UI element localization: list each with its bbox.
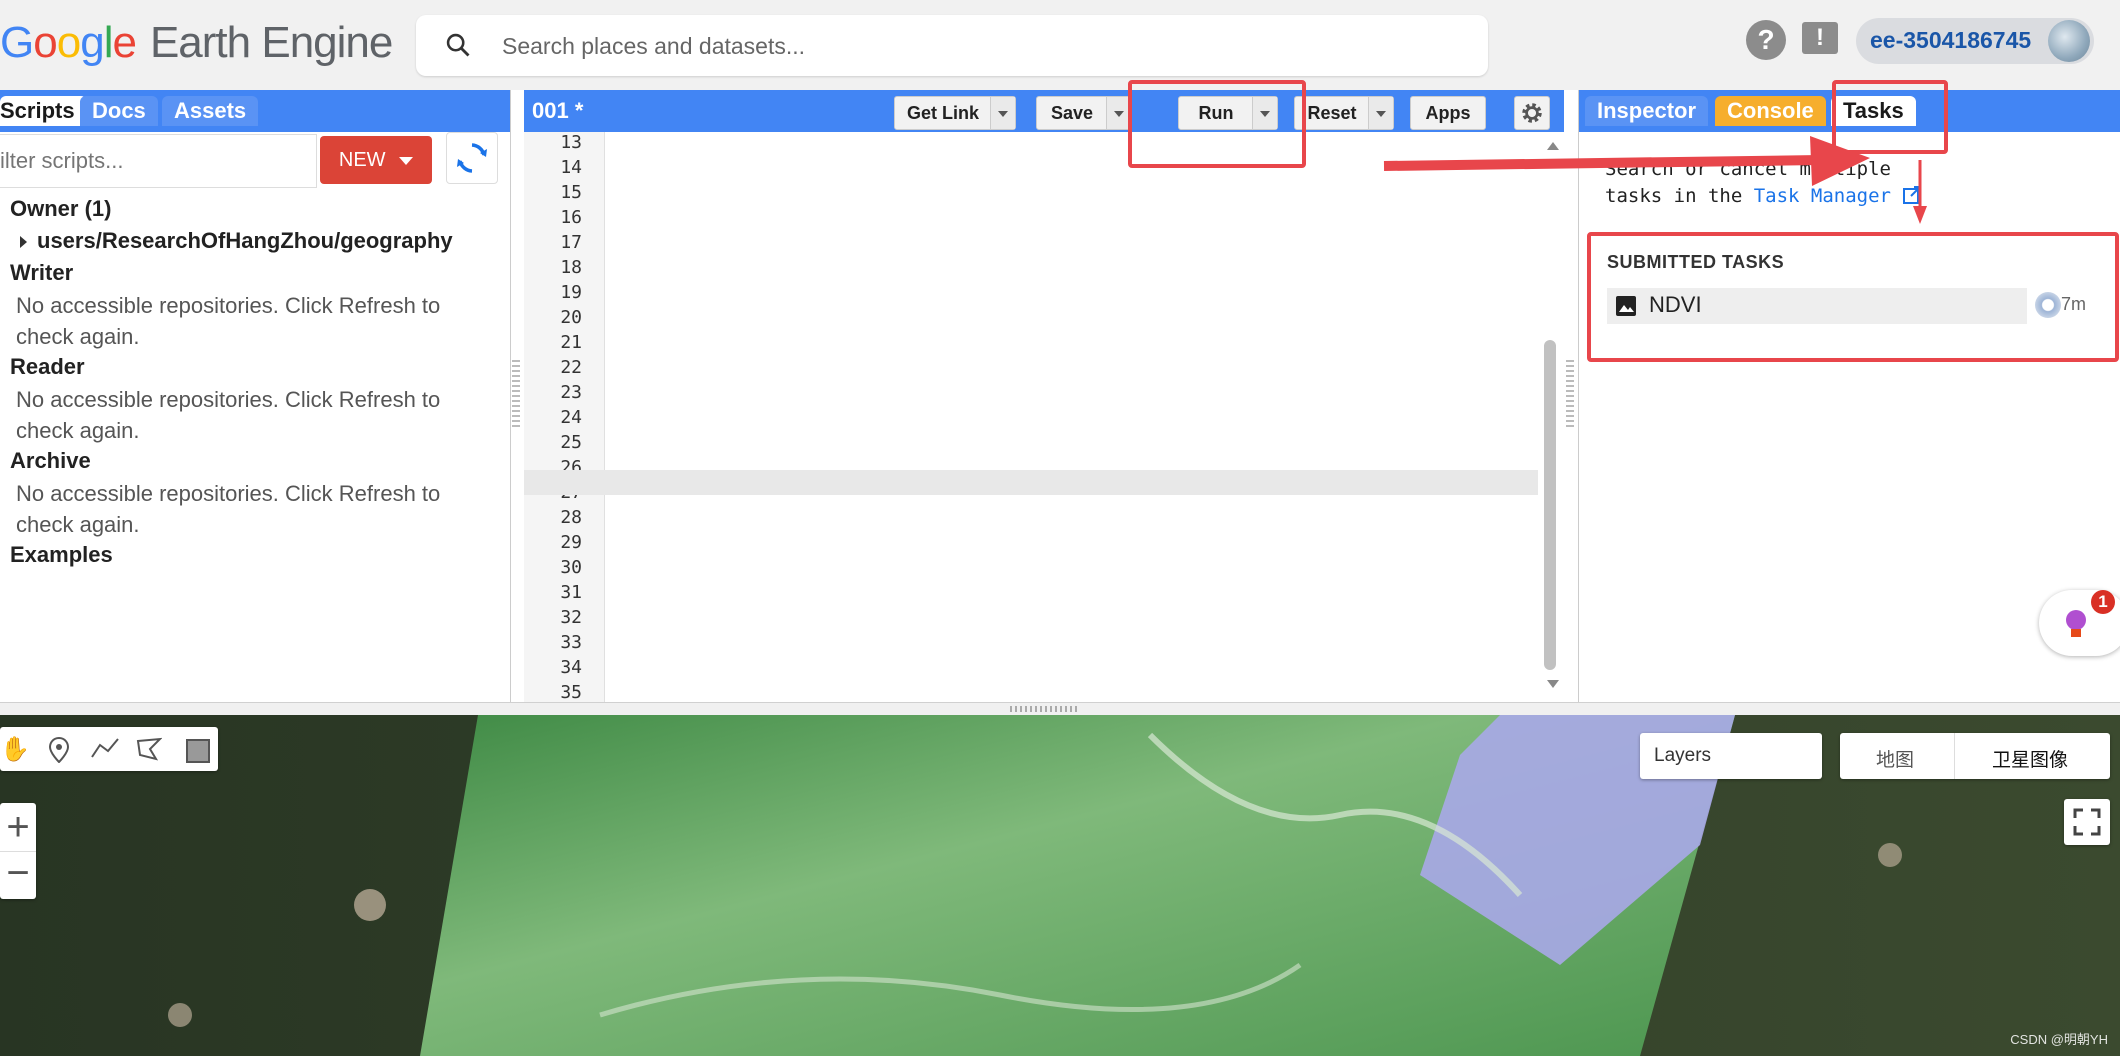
tree-examples[interactable]: Examples — [10, 542, 113, 568]
map-canvas[interactable]: ✋ + − Layers 地图 卫星图像 CSDN @明朝YH — [0, 715, 2120, 1056]
watermark: CSDN @明朝YH — [2010, 1032, 2108, 1047]
tree-archive[interactable]: Archive — [10, 448, 91, 474]
fullscreen-icon — [2073, 808, 2101, 836]
map-type-satellite-button[interactable]: 卫星图像 — [1992, 745, 2068, 772]
repo-label: users/ResearchOfHangZhou/geography — [37, 228, 453, 253]
map-splitter[interactable] — [0, 702, 2120, 716]
scripts-panel: Scripts Docs Assets NEW Owner (1) users/… — [0, 90, 511, 702]
avatar[interactable] — [2048, 20, 2090, 62]
script-title: 001 * — [532, 98, 584, 123]
left-tab-bar: Scripts Docs Assets — [0, 90, 510, 132]
tab-scripts[interactable]: Scripts — [0, 96, 87, 126]
user-chip[interactable]: ee-3504186745 — [1856, 18, 2094, 64]
task-elapsed-time: 7m — [2061, 294, 2087, 314]
drawing-toolbar: ✋ — [0, 727, 218, 771]
apps-button[interactable]: Apps — [1410, 96, 1486, 130]
zoom-control: + − — [0, 803, 36, 899]
notification-badge: 1 — [2091, 590, 2115, 614]
task-name: NDVI — [1649, 292, 1702, 317]
image-icon — [1616, 296, 1636, 316]
zoom-in-button[interactable]: + — [0, 803, 36, 852]
annotation-run-box — [1128, 80, 1306, 168]
writer-message: No accessible repositories. Click Refres… — [16, 293, 441, 349]
current-line-highlight — [524, 470, 1538, 495]
get-link-label: Get Link — [906, 103, 979, 123]
reset-dropdown[interactable] — [1368, 97, 1393, 129]
submitted-tasks-box: SUBMITTED TASKS NDVI 7m — [1587, 232, 2119, 362]
new-button[interactable]: NEW — [320, 136, 432, 184]
marker-icon[interactable] — [48, 737, 70, 763]
tree-owner[interactable]: Owner (1) — [10, 196, 111, 222]
tab-inspector[interactable]: Inspector — [1585, 96, 1709, 126]
tab-docs[interactable]: Docs — [80, 96, 158, 126]
reset-label: Reset — [1307, 103, 1357, 123]
editor-scrollbar[interactable] — [1544, 340, 1556, 670]
logo-text: Earth Engine — [149, 18, 393, 67]
hand-pan-icon[interactable]: ✋ — [0, 735, 30, 764]
examples-label: Examples — [10, 542, 113, 567]
assistant-button[interactable]: 1 — [2039, 590, 2120, 656]
archive-message: No accessible repositories. Click Refres… — [16, 481, 441, 537]
splitter-grip — [1010, 706, 1080, 712]
logo-letter: G — [0, 18, 34, 67]
annotation-arrow — [1383, 136, 1870, 186]
get-link-button[interactable]: Get Link — [894, 96, 1016, 130]
gear-icon — [1522, 103, 1542, 123]
save-label: Save — [1050, 103, 1094, 123]
tree-reader[interactable]: Reader — [10, 354, 85, 380]
save-button[interactable]: Save — [1036, 96, 1132, 130]
map-type-control: 地图 卫星图像 — [1840, 733, 2110, 779]
submitted-tasks-title: SUBMITTED TASKS — [1607, 252, 1785, 272]
archive-label: Archive — [10, 448, 91, 473]
layers-label: Layers — [1654, 745, 1712, 766]
owner-label: Owner (1) — [10, 196, 112, 221]
scroll-down-icon[interactable] — [1547, 680, 1559, 688]
logo-letter: o — [56, 18, 82, 67]
annotation-small-arrow — [1913, 160, 1927, 224]
logo-letter: e — [112, 18, 137, 67]
get-link-dropdown[interactable] — [990, 97, 1015, 129]
refresh-button[interactable] — [446, 132, 498, 184]
writer-label: Writer — [10, 260, 74, 285]
editor-toolbar: 001 * Get Link Save Run Reset Apps — [524, 90, 1564, 132]
left-splitter-handle[interactable] — [512, 360, 520, 430]
chevron-down-icon — [399, 156, 414, 165]
polygon-icon[interactable] — [136, 737, 162, 761]
reader-label: Reader — [10, 354, 85, 379]
fullscreen-button[interactable] — [2064, 799, 2110, 845]
reader-message: No accessible repositories. Click Refres… — [16, 387, 441, 443]
lightbulb-icon — [2066, 610, 2086, 637]
map-type-divider — [1954, 733, 1955, 779]
earth-engine-logo[interactable]: Google Earth Engine — [0, 18, 393, 68]
reset-button[interactable]: Reset — [1294, 96, 1394, 130]
running-gear-icon — [2035, 292, 2061, 318]
new-button-label: NEW — [338, 149, 386, 171]
right-splitter-handle[interactable] — [1566, 360, 1574, 430]
map-type-map-button[interactable]: 地图 — [1876, 745, 1914, 772]
task-row-ndvi[interactable]: NDVI — [1607, 288, 2027, 324]
search-box[interactable] — [416, 15, 1488, 76]
search-input[interactable] — [500, 27, 1404, 65]
zoom-out-button[interactable]: − — [0, 851, 36, 899]
tree-writer[interactable]: Writer — [10, 260, 73, 286]
logo-letter: g — [80, 18, 105, 67]
help-icon[interactable]: ? — [1746, 20, 1786, 60]
tree-owner-repo[interactable]: users/ResearchOfHangZhou/geography — [20, 228, 453, 254]
tab-assets[interactable]: Assets — [162, 96, 259, 126]
logo-letter: o — [33, 18, 58, 67]
layers-control[interactable]: Layers — [1640, 733, 1822, 779]
feedback-icon[interactable]: ! — [1802, 22, 1838, 54]
refresh-icon — [457, 143, 487, 173]
tab-console[interactable]: Console — [1715, 96, 1826, 126]
rectangle-icon[interactable] — [186, 739, 210, 763]
polyline-icon[interactable] — [90, 737, 120, 761]
filter-scripts-input[interactable] — [0, 134, 317, 188]
settings-button[interactable] — [1514, 96, 1550, 130]
username: ee-3504186745 — [1870, 27, 2032, 53]
search-icon[interactable] — [444, 31, 472, 59]
triangle-right-icon — [20, 236, 27, 248]
top-bar: GoogleEarth Engine ? ! ee-3504186745 — [0, 0, 2120, 90]
